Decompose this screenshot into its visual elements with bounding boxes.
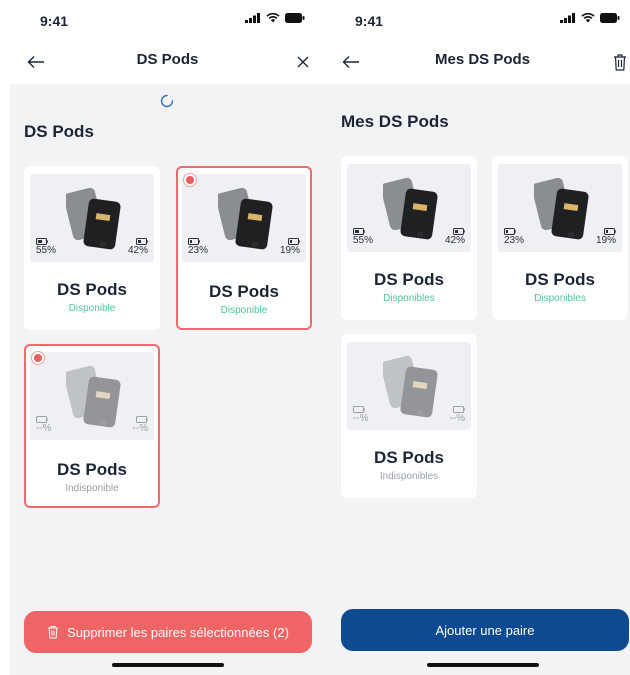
pod-thumbnail: --% --% — [30, 352, 154, 440]
battery-left-level: 55% — [353, 235, 374, 246]
earbuds-case-icon — [383, 355, 438, 418]
wifi-icon — [266, 13, 280, 23]
nav-title: DS Pods — [136, 51, 199, 68]
trash-icon — [614, 54, 626, 71]
battery-low-icon — [36, 238, 48, 245]
delete-selected-label: Supprimer les paires sélectionnées (2) — [67, 624, 289, 640]
earbuds-case-icon — [218, 187, 273, 250]
pod-name: DS Pods — [209, 282, 279, 301]
content-area: DS Pods 55% 42% DS Pods Disponible 23% 1… — [10, 84, 325, 675]
battery-low-icon — [504, 228, 516, 235]
trash-icon — [48, 626, 59, 639]
earbuds-case-icon — [66, 365, 121, 428]
status-time: 9:41 — [355, 13, 384, 29]
nav-bar: DS Pods — [10, 40, 325, 84]
selection-radio[interactable] — [183, 173, 197, 187]
home-indicator — [111, 663, 224, 667]
section-title: Mes DS Pods — [341, 112, 449, 131]
status-time: 9:41 — [40, 13, 69, 29]
section-title: DS Pods — [24, 122, 94, 141]
pod-name: DS Pods — [525, 270, 595, 289]
status-bar: 9:41 — [10, 0, 325, 40]
battery-empty-icon — [36, 416, 48, 423]
edit-pairs-screen: 9:41 DS Pods DS Pods 55% 42% DS Pods Dis… — [10, 0, 325, 675]
loading-spinner-icon — [160, 94, 174, 108]
battery-right-level: 42% — [444, 235, 465, 246]
signal-icon — [245, 13, 260, 23]
add-pair-label: Ajouter une paire — [435, 622, 535, 638]
battery-right-level: 19% — [279, 245, 300, 256]
battery-icon — [285, 13, 305, 23]
pod-status: Indisponibles — [379, 471, 439, 482]
pod-card[interactable]: 23% 19% DS Pods Disponibles — [492, 156, 628, 320]
pod-status: Disponible — [220, 305, 268, 316]
signal-icon — [560, 13, 575, 23]
delete-selected-button[interactable]: Supprimer les paires sélectionnées (2) — [24, 611, 312, 653]
battery-low-icon — [288, 238, 300, 245]
nav-title: Mes DS Pods — [434, 51, 531, 68]
battery-empty-icon — [353, 406, 365, 413]
battery-icon — [600, 13, 620, 23]
earbuds-case-icon — [66, 187, 121, 250]
pod-card-selected[interactable]: 23% 19% DS Pods Disponible — [176, 166, 312, 330]
battery-low-icon — [188, 238, 200, 245]
delete-mode-button[interactable] — [606, 48, 630, 76]
battery-low-icon — [604, 228, 616, 235]
battery-right-level: 19% — [595, 235, 616, 246]
battery-low-icon — [353, 228, 365, 235]
close-button[interactable] — [289, 48, 317, 76]
selection-radio[interactable] — [31, 351, 45, 365]
battery-left-level: 23% — [504, 235, 525, 246]
earbuds-case-icon — [534, 177, 589, 240]
battery-left-level: --% — [36, 423, 52, 434]
pod-card[interactable]: --% --% DS Pods Indisponibles — [341, 334, 477, 498]
pod-name: DS Pods — [57, 280, 127, 299]
battery-right-level: --% — [449, 413, 465, 424]
wifi-icon — [581, 13, 595, 23]
close-icon — [297, 56, 309, 68]
pod-thumbnail: 55% 42% — [30, 174, 154, 262]
pod-thumbnail: 55% 42% — [347, 164, 471, 252]
battery-left-level: --% — [353, 413, 369, 424]
battery-right-level: --% — [132, 423, 148, 434]
pod-name: DS Pods — [57, 460, 127, 479]
pod-status: Disponibles — [534, 293, 586, 304]
pod-name: DS Pods — [374, 448, 444, 467]
my-pods-screen: 9:41 Mes DS Pods Mes DS Pods 55% 42% DS … — [325, 0, 630, 675]
home-indicator — [426, 663, 539, 667]
earbuds-case-icon — [383, 177, 438, 240]
pod-status: Indisponible — [65, 483, 119, 494]
content-area: Mes DS Pods 55% 42% DS Pods Disponibles … — [325, 84, 630, 675]
battery-low-icon — [136, 238, 148, 245]
pod-thumbnail: 23% 19% — [182, 174, 306, 262]
pod-thumbnail: --% --% — [347, 342, 471, 430]
pod-card[interactable]: 55% 42% DS Pods Disponible — [24, 166, 160, 330]
battery-left-level: 23% — [188, 245, 209, 256]
pod-status: Disponible — [68, 303, 116, 314]
battery-low-icon — [453, 228, 465, 235]
pod-status: Disponibles — [383, 293, 435, 304]
pod-thumbnail: 23% 19% — [498, 164, 622, 252]
pod-name: DS Pods — [374, 270, 444, 289]
pod-card-selected[interactable]: --% --% DS Pods Indisponible — [24, 344, 160, 508]
add-pair-button[interactable]: Ajouter une paire — [341, 609, 629, 651]
battery-right-level: 42% — [127, 245, 148, 256]
battery-empty-icon — [453, 406, 465, 413]
battery-empty-icon — [136, 416, 148, 423]
nav-bar: Mes DS Pods — [325, 40, 630, 84]
battery-left-level: 55% — [36, 245, 57, 256]
pod-card[interactable]: 55% 42% DS Pods Disponibles — [341, 156, 477, 320]
status-bar: 9:41 — [325, 0, 630, 40]
